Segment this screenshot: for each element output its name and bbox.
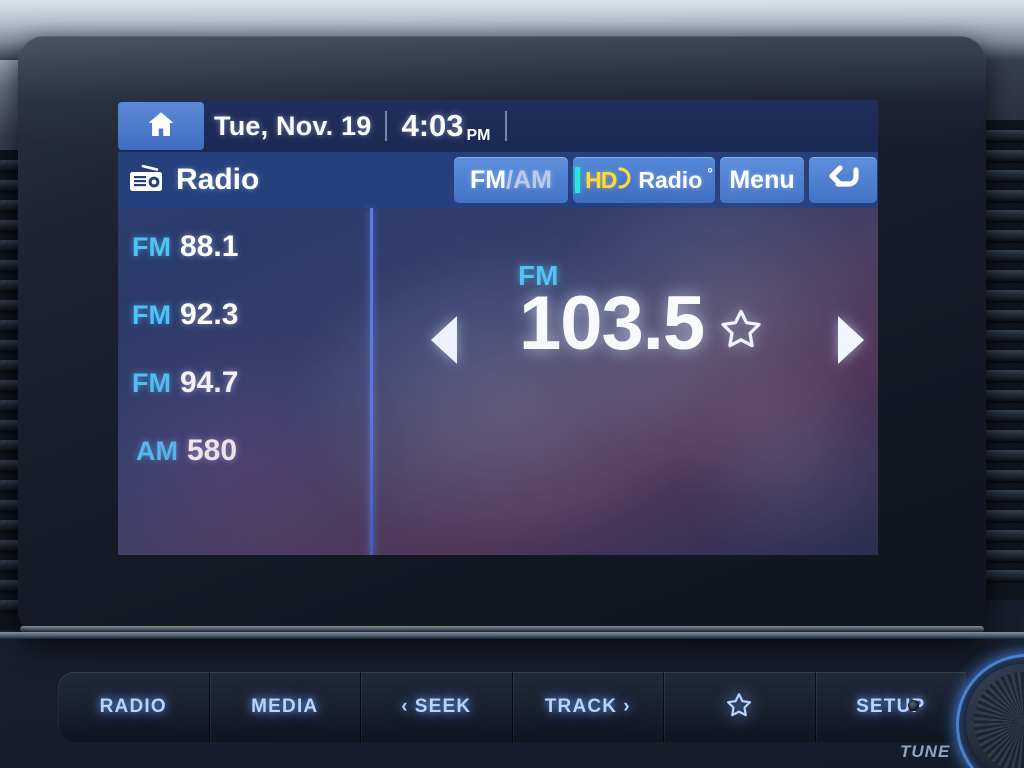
track-hard-button[interactable]: TRACK › bbox=[512, 672, 664, 742]
band-active-label: FM bbox=[470, 165, 507, 194]
previous-triangle-icon[interactable] bbox=[431, 316, 457, 364]
status-divider-1 bbox=[385, 111, 388, 141]
status-ampm: PM bbox=[466, 127, 491, 144]
hd-radio-arc-icon bbox=[618, 166, 633, 195]
back-arrow-icon bbox=[823, 163, 863, 198]
radio-content: FM 88.1 FM 92.3 FM 94.7 AM 580 FM 103.5 bbox=[118, 208, 878, 555]
setup-hard-button[interactable]: SETUP bbox=[815, 672, 966, 742]
status-date: Tue, Nov. 19 bbox=[214, 110, 372, 141]
hd-radio-logo: HD Radio ° bbox=[575, 165, 713, 195]
media-hard-button[interactable]: MEDIA bbox=[209, 672, 361, 742]
preset-frequency: 580 bbox=[187, 434, 238, 467]
home-icon bbox=[144, 108, 178, 145]
track-label-text: TRACK bbox=[544, 696, 618, 717]
infotainment-photo: Tue, Nov. 19 4:03 PM Radio FM/AM HD Radi… bbox=[0, 0, 1024, 768]
hd-radio-word: Radio bbox=[638, 166, 703, 193]
tune-knob-label: TUNE bbox=[900, 742, 951, 761]
preset-frequency: 94.7 bbox=[179, 366, 239, 399]
dashboard-seam bbox=[0, 632, 1024, 639]
band-inactive-label: /AM bbox=[506, 165, 552, 194]
band-toggle-label: FM/AM bbox=[470, 166, 552, 195]
title-bar: Radio FM/AM HD Radio ° Menu bbox=[118, 152, 878, 208]
radio-hard-button[interactable]: RADIO bbox=[58, 672, 210, 742]
favorite-hard-button[interactable] bbox=[664, 672, 816, 742]
preset-item[interactable]: FM 94.7 bbox=[132, 366, 238, 400]
status-bar: Tue, Nov. 19 4:03 PM bbox=[118, 100, 878, 152]
ambient-light-sensor bbox=[908, 700, 919, 711]
preset-frequency: 92.3 bbox=[179, 298, 239, 331]
menu-button-label: Menu bbox=[729, 165, 795, 194]
page-title: Radio bbox=[176, 163, 260, 196]
seek-label-text: SEEK bbox=[414, 696, 472, 717]
seek-hard-button-label: ‹ SEEK bbox=[401, 696, 471, 718]
status-divider-2 bbox=[504, 111, 507, 141]
hd-radio-bar-icon bbox=[575, 167, 581, 193]
media-hard-button-label: MEDIA bbox=[251, 696, 319, 717]
star-outline-icon[interactable] bbox=[718, 306, 764, 357]
back-button[interactable] bbox=[809, 157, 877, 203]
preset-item[interactable]: FM 92.3 bbox=[132, 298, 238, 332]
hard-button-row: RADIO MEDIA ‹ SEEK TRACK › SETUP bbox=[58, 672, 966, 742]
seek-hard-button[interactable]: ‹ SEEK bbox=[361, 672, 513, 742]
preset-item[interactable]: AM 580 bbox=[136, 434, 237, 468]
hd-radio-dot: ° bbox=[707, 165, 713, 181]
source-title-group: Radio bbox=[128, 152, 259, 208]
preset-item[interactable]: FM 88.1 bbox=[132, 230, 238, 264]
preset-band: FM bbox=[132, 368, 171, 398]
preset-frequency: 88.1 bbox=[179, 230, 239, 263]
hd-radio-button[interactable]: HD Radio ° bbox=[573, 157, 715, 203]
preset-band: AM bbox=[136, 436, 178, 466]
next-triangle-icon[interactable] bbox=[838, 316, 864, 364]
star-outline-icon bbox=[725, 691, 753, 724]
hd-radio-mark: HD bbox=[585, 166, 617, 193]
preset-band: FM bbox=[132, 232, 171, 262]
current-frequency: 103.5 bbox=[519, 281, 705, 366]
tuner-panel: FM 103.5 bbox=[373, 208, 878, 555]
preset-band: FM bbox=[132, 300, 171, 330]
home-button[interactable] bbox=[118, 102, 204, 150]
status-time: 4:03 bbox=[401, 108, 464, 143]
radio-hard-button-label: RADIO bbox=[99, 696, 167, 717]
menu-button[interactable]: Menu bbox=[720, 157, 804, 203]
tune-knob-light-ring bbox=[956, 654, 1024, 768]
status-datetime: Tue, Nov. 19 4:03 PM bbox=[214, 100, 507, 152]
radio-icon bbox=[128, 163, 164, 198]
chevron-right-icon: › bbox=[623, 696, 631, 717]
infotainment-screen[interactable]: Tue, Nov. 19 4:03 PM Radio FM/AM HD Radi… bbox=[118, 100, 878, 555]
preset-list: FM 88.1 FM 92.3 FM 94.7 AM 580 bbox=[118, 208, 370, 555]
chevron-left-icon: ‹ bbox=[401, 696, 409, 717]
track-hard-button-label: TRACK › bbox=[545, 696, 631, 718]
band-toggle-button[interactable]: FM/AM bbox=[454, 157, 568, 203]
